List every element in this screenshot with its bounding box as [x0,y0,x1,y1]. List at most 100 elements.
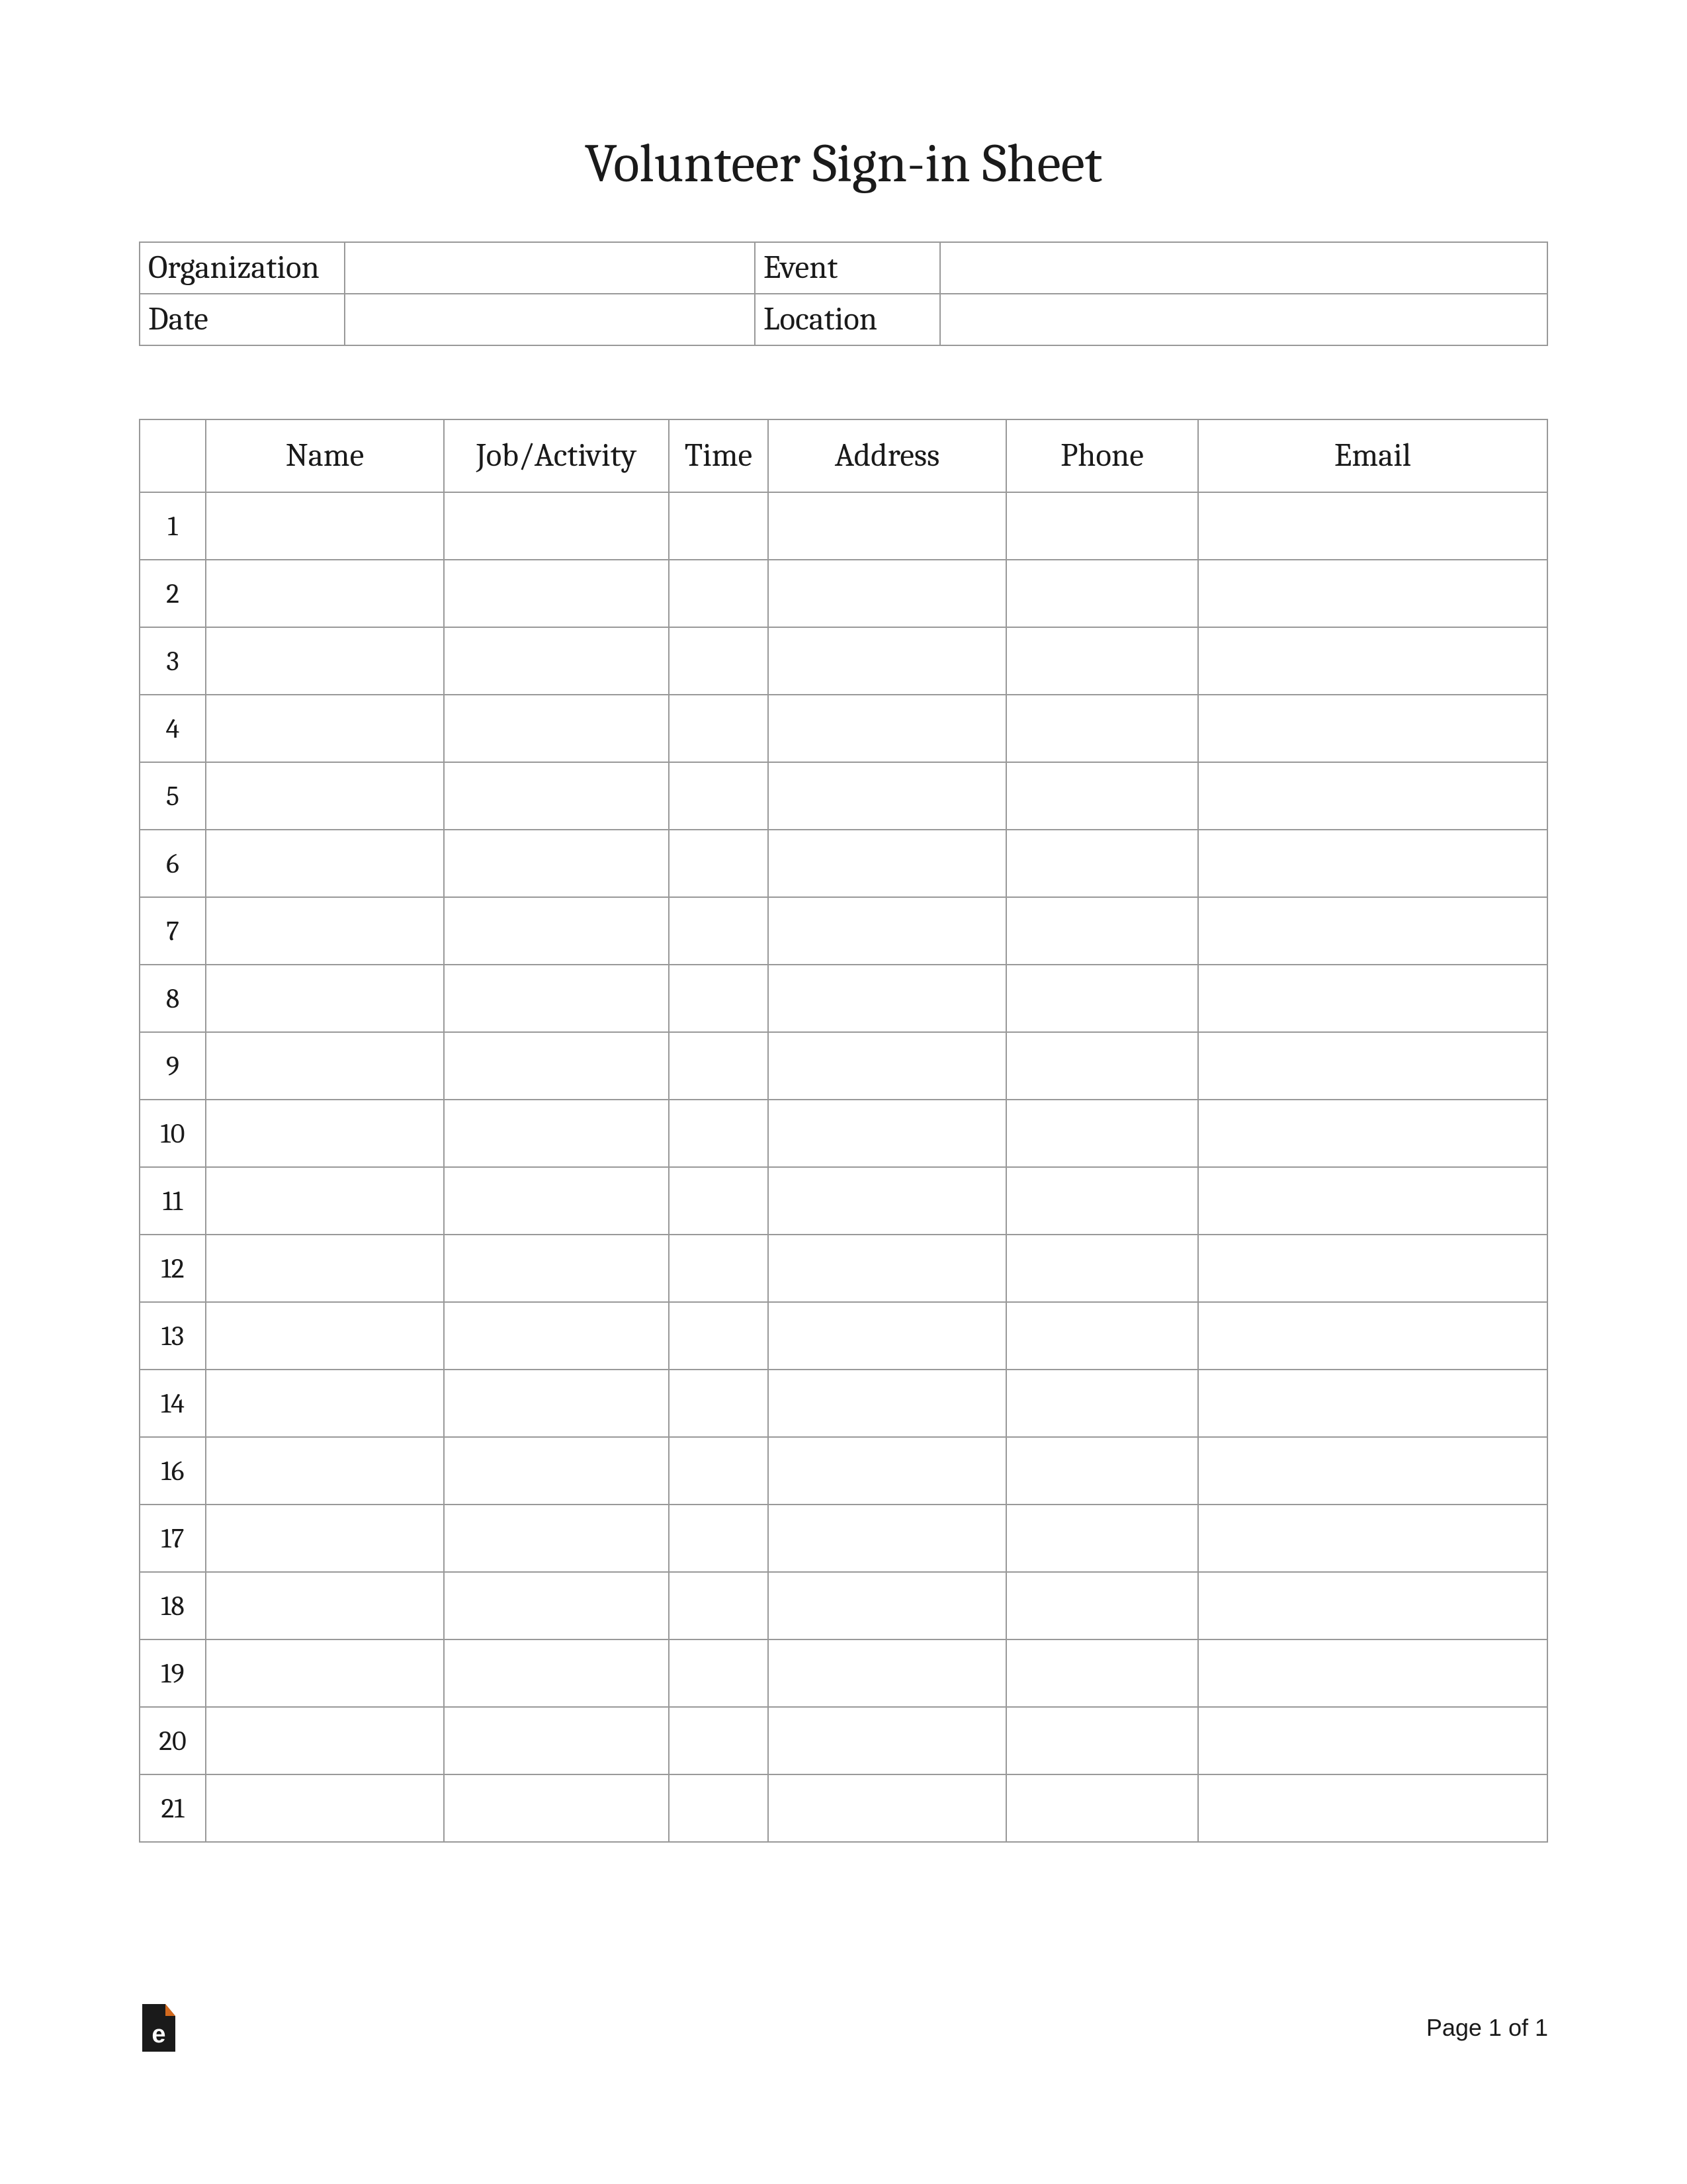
cell-name[interactable] [206,965,444,1032]
cell-address[interactable] [768,1235,1006,1302]
cell-name[interactable] [206,830,444,897]
cell-time[interactable] [669,830,768,897]
cell-name[interactable] [206,492,444,560]
cell-job[interactable] [444,965,669,1032]
cell-phone[interactable] [1006,1774,1198,1842]
cell-job[interactable] [444,627,669,695]
cell-address[interactable] [768,965,1006,1032]
cell-address[interactable] [768,1572,1006,1639]
cell-email[interactable] [1198,1774,1547,1842]
cell-time[interactable] [669,897,768,965]
cell-job[interactable] [444,830,669,897]
cell-time[interactable] [669,1639,768,1707]
cell-job[interactable] [444,560,669,627]
cell-email[interactable] [1198,1370,1547,1437]
cell-time[interactable] [669,1167,768,1235]
cell-phone[interactable] [1006,762,1198,830]
cell-name[interactable] [206,1639,444,1707]
cell-name[interactable] [206,1235,444,1302]
cell-address[interactable] [768,1302,1006,1370]
cell-job[interactable] [444,1437,669,1505]
cell-name[interactable] [206,627,444,695]
cell-job[interactable] [444,1707,669,1774]
cell-email[interactable] [1198,1572,1547,1639]
cell-address[interactable] [768,897,1006,965]
cell-time[interactable] [669,1437,768,1505]
cell-phone[interactable] [1006,1100,1198,1167]
cell-time[interactable] [669,1572,768,1639]
cell-phone[interactable] [1006,965,1198,1032]
cell-name[interactable] [206,1370,444,1437]
cell-name[interactable] [206,1100,444,1167]
cell-email[interactable] [1198,1505,1547,1572]
cell-time[interactable] [669,1100,768,1167]
cell-email[interactable] [1198,897,1547,965]
cell-job[interactable] [444,695,669,762]
cell-time[interactable] [669,1235,768,1302]
cell-phone[interactable] [1006,492,1198,560]
cell-name[interactable] [206,1032,444,1100]
cell-time[interactable] [669,627,768,695]
cell-address[interactable] [768,1639,1006,1707]
cell-job[interactable] [444,897,669,965]
cell-time[interactable] [669,1302,768,1370]
cell-email[interactable] [1198,1707,1547,1774]
cell-phone[interactable] [1006,1370,1198,1437]
cell-name[interactable] [206,695,444,762]
cell-email[interactable] [1198,830,1547,897]
cell-name[interactable] [206,1302,444,1370]
cell-phone[interactable] [1006,1572,1198,1639]
cell-address[interactable] [768,492,1006,560]
cell-phone[interactable] [1006,627,1198,695]
cell-address[interactable] [768,1505,1006,1572]
event-value[interactable] [940,242,1547,294]
cell-job[interactable] [444,1505,669,1572]
cell-email[interactable] [1198,1235,1547,1302]
cell-name[interactable] [206,762,444,830]
cell-address[interactable] [768,1167,1006,1235]
cell-time[interactable] [669,965,768,1032]
cell-job[interactable] [444,1167,669,1235]
cell-job[interactable] [444,1572,669,1639]
cell-job[interactable] [444,1235,669,1302]
cell-time[interactable] [669,1774,768,1842]
cell-address[interactable] [768,1370,1006,1437]
date-value[interactable] [345,294,755,345]
cell-phone[interactable] [1006,1707,1198,1774]
cell-job[interactable] [444,762,669,830]
cell-address[interactable] [768,762,1006,830]
cell-job[interactable] [444,492,669,560]
cell-email[interactable] [1198,492,1547,560]
cell-phone[interactable] [1006,830,1198,897]
cell-name[interactable] [206,1505,444,1572]
location-value[interactable] [940,294,1547,345]
cell-job[interactable] [444,1302,669,1370]
cell-job[interactable] [444,1774,669,1842]
cell-phone[interactable] [1006,1639,1198,1707]
cell-address[interactable] [768,1774,1006,1842]
cell-time[interactable] [669,492,768,560]
cell-email[interactable] [1198,1302,1547,1370]
cell-phone[interactable] [1006,1167,1198,1235]
cell-phone[interactable] [1006,1302,1198,1370]
cell-job[interactable] [444,1032,669,1100]
cell-time[interactable] [669,560,768,627]
cell-email[interactable] [1198,965,1547,1032]
cell-name[interactable] [206,1572,444,1639]
cell-name[interactable] [206,897,444,965]
cell-email[interactable] [1198,1032,1547,1100]
cell-email[interactable] [1198,560,1547,627]
cell-phone[interactable] [1006,1032,1198,1100]
cell-name[interactable] [206,1167,444,1235]
cell-phone[interactable] [1006,560,1198,627]
cell-time[interactable] [669,1505,768,1572]
cell-address[interactable] [768,1707,1006,1774]
cell-job[interactable] [444,1100,669,1167]
cell-time[interactable] [669,695,768,762]
cell-name[interactable] [206,1437,444,1505]
cell-address[interactable] [768,560,1006,627]
cell-email[interactable] [1198,1167,1547,1235]
cell-job[interactable] [444,1370,669,1437]
cell-email[interactable] [1198,695,1547,762]
cell-time[interactable] [669,1370,768,1437]
